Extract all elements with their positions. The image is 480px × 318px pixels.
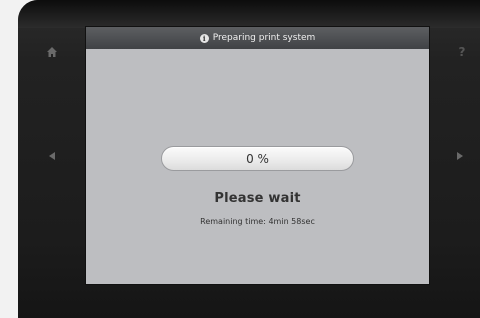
title-bar: i Preparing print system — [86, 27, 429, 49]
arrow-left-icon — [49, 152, 55, 160]
help-button[interactable]: ? — [452, 42, 472, 62]
please-wait-message: Please wait — [214, 191, 301, 206]
info-icon: i — [199, 33, 209, 43]
progress-percent: 0 % — [246, 151, 269, 166]
remaining-time: Remaining time: 4min 58sec — [200, 217, 315, 226]
back-arrow-button[interactable] — [44, 148, 60, 164]
home-icon — [47, 47, 57, 57]
home-button[interactable] — [42, 42, 62, 62]
bezel-top — [18, 0, 480, 28]
window-title: Preparing print system — [212, 33, 316, 43]
help-icon: ? — [458, 45, 466, 59]
arrow-right-icon — [457, 152, 463, 160]
forward-arrow-button[interactable] — [452, 148, 468, 164]
progress-bar: 0 % — [161, 146, 354, 171]
display-screen: i Preparing print system 0 % Please wait… — [86, 27, 429, 284]
